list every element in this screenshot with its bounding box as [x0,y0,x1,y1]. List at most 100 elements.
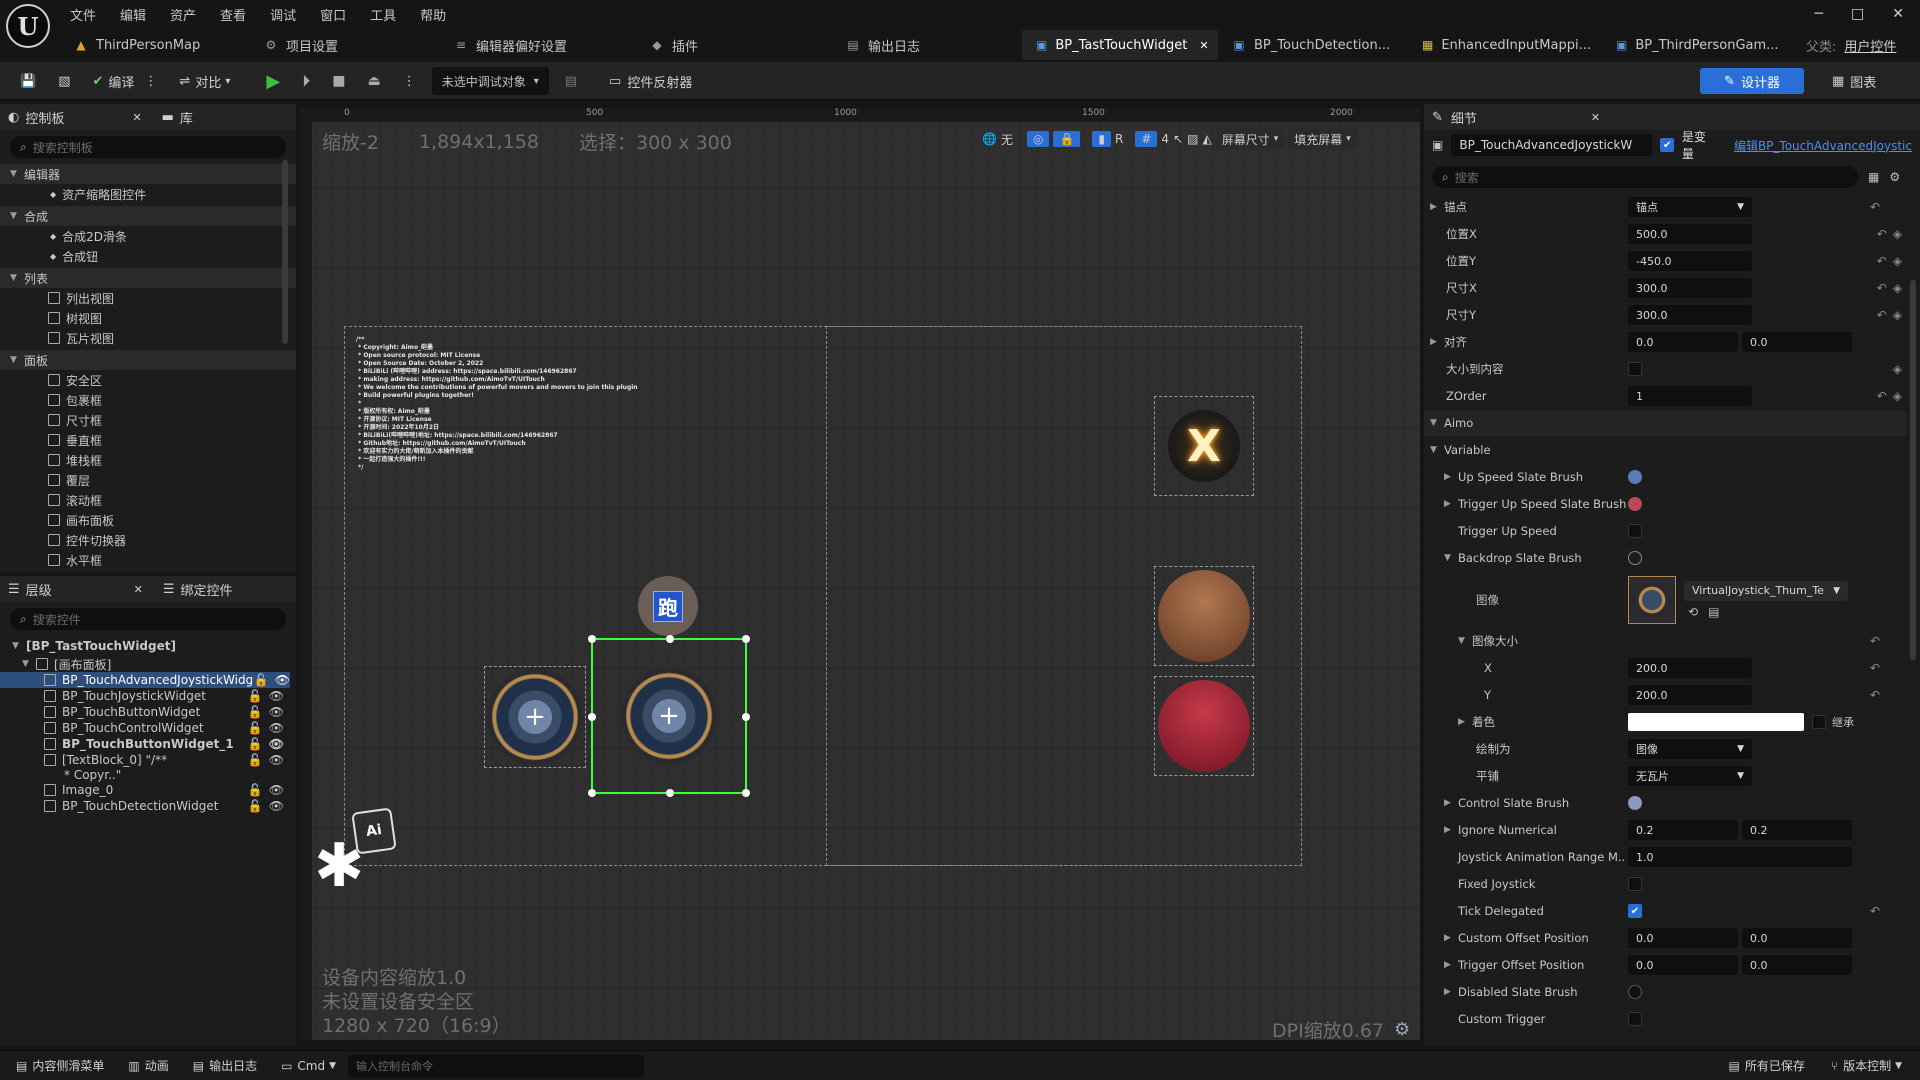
resize-handle[interactable] [742,713,750,721]
tab-plugins[interactable]: ◆ 插件 [636,30,832,60]
eye-icon[interactable]: 👁 [269,705,284,719]
button-widget-orange[interactable] [1154,566,1254,666]
menu-debug[interactable]: 调试 [270,5,296,24]
respect-locks-icon[interactable]: ▮ [1092,131,1112,147]
grid-icon[interactable]: # [1135,131,1158,147]
menu-tools[interactable]: 工具 [370,5,396,24]
is-variable-checkbox[interactable]: ✔ [1660,138,1674,152]
custom-offset-x-input[interactable]: 0.0 [1628,928,1738,948]
more-icon[interactable]: ⋮ [144,74,157,89]
chevron-right-icon[interactable]: ▶ [1444,798,1458,808]
palette-item[interactable]: 水平框 [0,550,296,570]
designer-button[interactable]: ✎ 设计器 [1700,68,1804,94]
tab-bp-touchdetection[interactable]: ▣ BP_TouchDetection... [1218,30,1408,60]
tree-item[interactable]: Image_0 🔓 👁 [0,782,296,798]
chevron-right-icon[interactable]: ▶ [1444,825,1458,835]
chevron-right-icon[interactable]: ▶ [1444,933,1458,943]
position-x-input[interactable]: 500.0 [1628,224,1752,244]
chevron-right-icon[interactable]: ▶ [1444,472,1458,482]
palette-item[interactable]: 覆层 [0,470,296,490]
anchors-dropdown[interactable]: 锚点 ▼ [1628,197,1752,217]
palette-item[interactable]: ◆ 合成2D滑条 [0,226,296,246]
tab-bind-widgets[interactable]: 绑定控件 [181,580,233,599]
palette-item[interactable]: ◆ 合成钮 [0,246,296,266]
palette-item[interactable]: 滚动框 [0,490,296,510]
more-icon[interactable]: ⋮ [397,67,422,95]
console-input[interactable]: 输入控制台命令 [348,1054,645,1077]
close-icon[interactable]: ✕ [132,111,141,124]
key-icon[interactable]: ◈ [1893,254,1902,268]
flip-icon[interactable]: ◭ [1202,132,1211,146]
image-asset-dropdown[interactable]: VirtualJoystick_Thum_Te ▼ [1684,580,1848,601]
reset-icon[interactable]: ↶ [1877,308,1887,322]
lock-icon[interactable]: 🔓 [248,783,263,797]
lock-icon[interactable]: 🔒 [1053,131,1081,147]
joystick-widget[interactable]: + [484,666,586,768]
resize-handle[interactable] [666,789,674,797]
image-size-y-input[interactable]: 200.0 [1628,685,1752,705]
menu-assets[interactable]: 资产 [170,5,196,24]
palette-item[interactable]: 包裹框 [0,390,296,410]
alignment-y-input[interactable]: 0.0 [1742,332,1852,352]
lock-icon[interactable]: 🔓 [248,705,263,719]
compile-button[interactable]: ✔ 编译 ⋮ [86,67,163,95]
chevron-down-icon[interactable]: ▼ [1458,636,1472,646]
tree-item-selected[interactable]: BP_TouchAdvancedJoystickWidg 🔓 👁 [0,672,290,688]
reset-icon[interactable]: ↶ [1877,281,1887,295]
resize-handle[interactable] [588,635,596,643]
key-icon[interactable]: ◈ [1893,308,1902,322]
debug-find-icon[interactable]: ▤ [559,67,583,95]
reset-icon[interactable]: ↶ [1870,904,1880,918]
cursor-icon[interactable]: ↖ [1173,132,1183,146]
brush-preview-icon[interactable] [1628,470,1642,484]
eye-icon[interactable]: 👁 [269,799,284,813]
eye-icon[interactable]: 👁 [269,721,284,735]
draw-as-dropdown[interactable]: 图像 ▼ [1628,739,1752,759]
chevron-right-icon[interactable]: ▶ [1458,717,1472,727]
resize-handle[interactable] [588,789,596,797]
screen-size-dropdown[interactable]: 屏幕尺寸 ▾ [1215,128,1285,150]
palette-item[interactable]: 尺寸框 [0,410,296,430]
category-synth[interactable]: ▼ 合成 [0,206,296,226]
key-icon[interactable]: ◈ [1893,281,1902,295]
content-drawer-button[interactable]: ▤ 内容侧滑菜单 [10,1052,110,1080]
tree-item[interactable]: BP_TouchButtonWidget_1 🔓 👁 [0,736,296,752]
chevron-right-icon[interactable]: ▶ [1444,960,1458,970]
menu-view[interactable]: 查看 [220,5,246,24]
resize-handle[interactable] [742,789,750,797]
chevron-right-icon[interactable]: ▶ [1430,337,1444,347]
joystick-anim-range-input[interactable]: 1.0 [1628,847,1852,867]
scrollbar[interactable] [1910,280,1916,660]
ignore-numerical-x-input[interactable]: 0.2 [1628,820,1738,840]
output-log-button[interactable]: ▤ 输出日志 [187,1052,263,1080]
zorder-input[interactable]: 1 [1628,386,1752,406]
image-thumbnail[interactable] [1628,575,1676,624]
key-icon[interactable]: ◈ [1893,389,1902,403]
tree-canvas-panel[interactable]: ▼ [画布面板] [0,656,296,672]
all-saved-button[interactable]: ▤ 所有已保存 [1723,1052,1811,1080]
tint-color-swatch[interactable] [1628,713,1804,731]
chevron-right-icon[interactable]: ▶ [1444,987,1458,997]
menu-window[interactable]: 窗口 [320,5,346,24]
size-y-input[interactable]: 300.0 [1628,305,1752,325]
eye-icon[interactable]: 👁 [269,689,284,703]
brush-preview-icon[interactable] [1628,985,1642,999]
chevron-right-icon[interactable]: ▶ [1430,202,1444,212]
chevron-right-icon[interactable]: ▶ [1444,499,1458,509]
maximize-icon[interactable]: □ [1851,6,1864,22]
tree-root[interactable]: ▼ [BP_TastTouchWidget] [0,636,296,656]
palette-item[interactable]: 瓦片视图 [0,328,296,348]
position-y-input[interactable]: -450.0 [1628,251,1752,271]
close-icon[interactable]: ✕ [1591,111,1600,124]
reset-icon[interactable]: ↶ [1877,389,1887,403]
globe-icon[interactable]: 🌐 [982,132,997,146]
widget-reflector-button[interactable]: ▭ 控件反射器 [603,67,698,95]
lock-icon[interactable]: 🔓 [254,673,269,687]
section-variable[interactable]: ▼ Variable [1424,437,1906,464]
key-icon[interactable]: ◈ [1893,362,1902,376]
palette-item[interactable]: ◆ 资产缩略图控件 [0,184,296,204]
tab-project-settings[interactable]: ⚙ 项目设置 [250,30,440,60]
tree-item[interactable]: BP_TouchDetectionWidget 🔓 👁 [0,798,296,814]
menu-edit[interactable]: 编辑 [120,5,146,24]
section-aimo[interactable]: ▼ Aimo [1424,410,1906,437]
